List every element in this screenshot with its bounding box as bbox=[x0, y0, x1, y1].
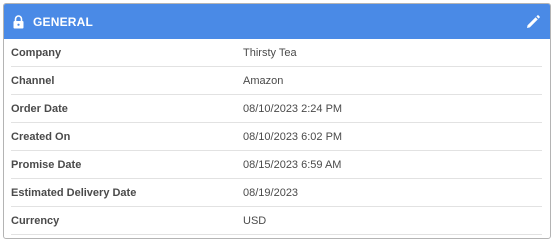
field-value: 08/15/2023 6:59 AM bbox=[243, 158, 342, 171]
field-value: Thirsty Tea bbox=[243, 46, 297, 59]
panel-header: GENERAL bbox=[4, 4, 550, 39]
general-panel: GENERAL Company Thirsty Tea Channel Amaz… bbox=[3, 3, 551, 239]
field-row-estimated-delivery-date: Estimated Delivery Date 08/19/2023 bbox=[11, 179, 542, 207]
field-row-order-date: Order Date 08/10/2023 2:24 PM bbox=[11, 95, 542, 123]
field-label: Currency bbox=[11, 214, 60, 227]
pencil-icon[interactable] bbox=[524, 13, 542, 31]
field-value: 08/10/2023 2:24 PM bbox=[243, 102, 343, 115]
field-row-company: Company Thirsty Tea bbox=[11, 39, 542, 67]
field-row-created-on: Created On 08/10/2023 6:02 PM bbox=[11, 123, 542, 151]
field-label: Estimated Delivery Date bbox=[11, 186, 137, 199]
field-label: Channel bbox=[11, 74, 55, 87]
field-row-currency: Currency USD bbox=[11, 207, 542, 235]
field-value: 08/19/2023 bbox=[243, 186, 299, 199]
field-value: Amazon bbox=[243, 74, 284, 87]
field-label: Company bbox=[11, 46, 62, 59]
field-row-channel: Channel Amazon bbox=[11, 67, 542, 95]
field-list: Company Thirsty Tea Channel Amazon Order… bbox=[4, 39, 550, 235]
field-value: 08/10/2023 6:02 PM bbox=[243, 130, 343, 143]
field-value: USD bbox=[243, 214, 267, 227]
field-label: Created On bbox=[11, 130, 71, 143]
field-label: Promise Date bbox=[11, 158, 82, 171]
field-label: Order Date bbox=[11, 102, 68, 115]
field-row-promise-date: Promise Date 08/15/2023 6:59 AM bbox=[11, 151, 542, 179]
lock-icon bbox=[11, 14, 25, 30]
panel-title: GENERAL bbox=[33, 14, 94, 29]
